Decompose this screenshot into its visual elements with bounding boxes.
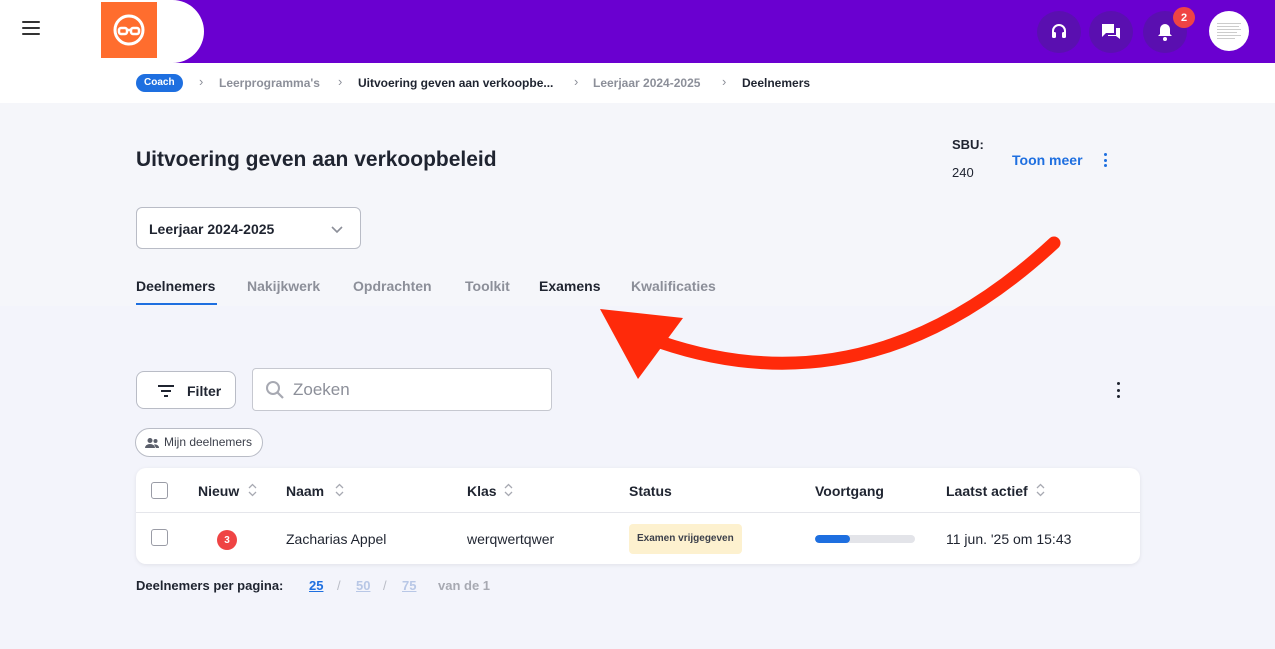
- participant-name[interactable]: Zacharias Appel: [286, 531, 386, 547]
- column-header-voortgang: Voortgang: [815, 483, 884, 499]
- year-select-value: Leerjaar 2024-2025: [149, 221, 275, 237]
- header-section: [0, 103, 1275, 306]
- chevron-down-icon: [331, 226, 343, 234]
- breadcrumb-separator: ›: [722, 74, 727, 89]
- sort-icon[interactable]: [1036, 483, 1045, 497]
- breadcrumb-separator: ›: [199, 74, 204, 89]
- sort-icon[interactable]: [504, 483, 513, 497]
- header-divider: [136, 512, 1140, 513]
- breadcrumb-coach-badge[interactable]: Coach: [136, 74, 183, 92]
- page-title: Uitvoering geven aan verkoopbeleid: [136, 148, 497, 171]
- participants-table: Nieuw Naam Klas Status Voortgang Laatst …: [136, 468, 1140, 564]
- tab-nakijkwerk[interactable]: Nakijkwerk: [247, 278, 320, 294]
- breadcrumb: Coach › Leerprogramma's › Uitvoering gev…: [0, 63, 1275, 103]
- filter-icon: [158, 385, 174, 397]
- search-icon: [266, 381, 284, 399]
- filter-button[interactable]: Filter: [136, 371, 236, 409]
- pagination-separator: /: [337, 578, 341, 593]
- pagination-separator: /: [383, 578, 387, 593]
- menu-icon[interactable]: [22, 21, 42, 37]
- breadcrumb-leerjaar[interactable]: Leerjaar 2024-2025: [593, 76, 700, 90]
- pagination-label: Deelnemers per pagina:: [136, 578, 284, 593]
- breadcrumb-leerprogrammas[interactable]: Leerprogramma's: [219, 76, 320, 90]
- status-badge: Examen vrijgegeven: [629, 524, 742, 554]
- tab-opdrachten[interactable]: Opdrachten: [353, 278, 432, 294]
- chat-icon[interactable]: [1089, 11, 1133, 53]
- sort-icon[interactable]: [335, 483, 344, 497]
- notification-count-badge: 2: [1173, 7, 1195, 28]
- breadcrumb-deelnemers: Deelnemers: [742, 76, 811, 90]
- mijn-deelnemers-chip[interactable]: Mijn deelnemers: [135, 428, 264, 457]
- participant-klas: werqwertqwer: [467, 531, 555, 547]
- tab-kwalificaties[interactable]: Kwalificaties: [631, 278, 716, 294]
- breadcrumb-program[interactable]: Uitvoering geven aan verkoopbe...: [358, 76, 553, 90]
- column-header-naam[interactable]: Naam: [286, 483, 324, 499]
- new-count-badge: 3: [217, 530, 237, 550]
- page-size-25[interactable]: 25: [309, 578, 323, 593]
- column-header-laatst-actief[interactable]: Laatst actief: [946, 483, 1028, 499]
- select-all-checkbox[interactable]: [151, 482, 168, 499]
- logo-icon[interactable]: [101, 2, 157, 58]
- sbu-label: SBU:: [952, 137, 984, 152]
- more-options-icon[interactable]: [1098, 151, 1112, 169]
- tab-examens[interactable]: Examens: [539, 278, 600, 294]
- column-header-klas[interactable]: Klas: [467, 483, 497, 499]
- column-header-nieuw[interactable]: Nieuw: [198, 483, 239, 499]
- filter-button-label: Filter: [187, 383, 222, 399]
- chip-label: Mijn deelnemers: [164, 435, 253, 449]
- year-select[interactable]: Leerjaar 2024-2025: [136, 207, 361, 249]
- page-size-75[interactable]: 75: [402, 578, 416, 593]
- top-bar: 2: [0, 0, 1275, 63]
- toon-meer-link[interactable]: Toon meer: [1012, 152, 1083, 168]
- progress-bar-fill: [815, 535, 850, 543]
- tab-toolkit[interactable]: Toolkit: [465, 278, 510, 294]
- breadcrumb-separator: ›: [574, 74, 579, 89]
- active-tab-indicator: [136, 303, 217, 305]
- progress-bar: [815, 535, 915, 543]
- search-input[interactable]: [293, 378, 543, 402]
- avatar[interactable]: [1209, 11, 1249, 51]
- last-active: 11 jun. '25 om 15:43: [946, 531, 1072, 547]
- table-options-icon[interactable]: [1111, 381, 1125, 399]
- sbu-value: 240: [952, 165, 974, 180]
- headset-icon[interactable]: [1037, 11, 1081, 53]
- row-checkbox[interactable]: [151, 529, 168, 546]
- page-size-50[interactable]: 50: [356, 578, 370, 593]
- topbar-brand-area: [0, 0, 204, 63]
- tab-deelnemers[interactable]: Deelnemers: [136, 278, 215, 294]
- pagination-total: van de 1: [438, 578, 491, 593]
- users-icon: [145, 438, 159, 448]
- sort-icon[interactable]: [248, 483, 257, 497]
- search-box[interactable]: [252, 368, 552, 411]
- breadcrumb-separator: ›: [338, 74, 343, 89]
- column-header-status: Status: [629, 483, 672, 499]
